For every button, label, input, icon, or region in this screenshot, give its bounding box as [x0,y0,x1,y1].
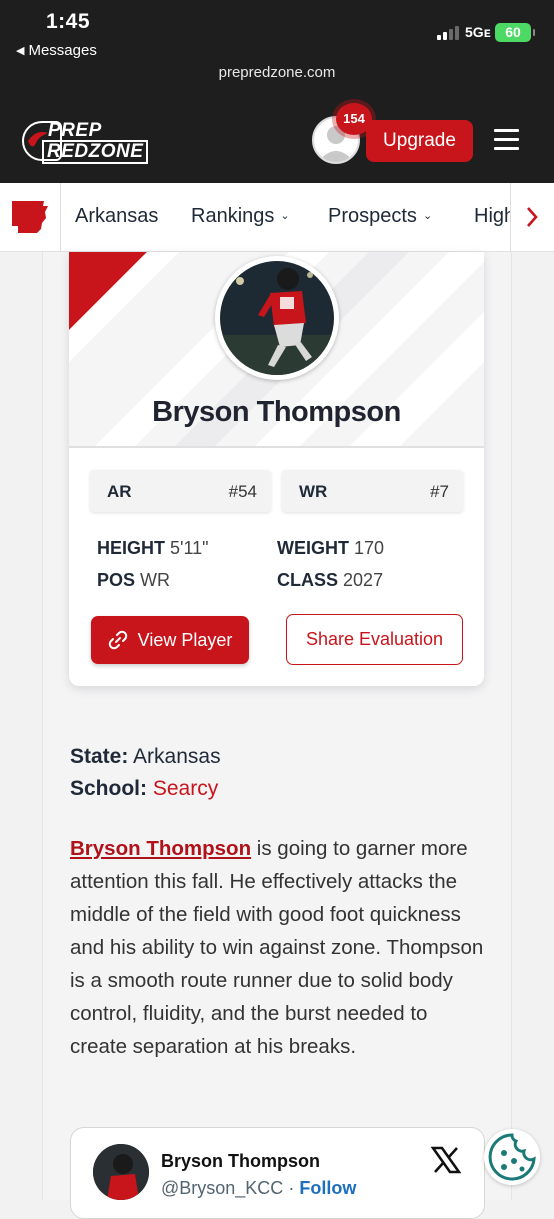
evaluation-text: Bryson Thompson is going to garner more … [70,832,490,1063]
nav-item-prospects[interactable]: Prospects ⌄ [328,205,432,228]
share-evaluation-button[interactable]: Share Evaluation [286,614,463,665]
back-to-messages[interactable]: ◀ Messages [16,42,97,59]
height-value: 5'11" [170,538,209,558]
logo-prep-text: PREP [48,120,102,141]
status-time: 1:45 [46,10,91,33]
upgrade-button[interactable]: Upgrade [366,120,473,162]
address-bar[interactable]: prepredzone.com [0,64,554,81]
back-arrow-icon: ◀ [16,45,25,57]
player-card-header: Bryson Thompson [69,252,484,448]
view-player-label: View Player [137,629,233,650]
nav-divider [60,183,61,251]
category-nav: Arkansas Rankings ⌄ Prospects ⌄ High [0,183,554,252]
tweet-handle-line: @Bryson_KCC · Follow [161,1178,356,1199]
nav-prospects-label: Prospects [328,205,417,227]
player-card: Bryson Thompson AR #54 WR #7 HEIGHT 5'11… [69,252,484,686]
chevron-down-icon: ⌄ [422,210,433,222]
cookie-icon [488,1133,536,1181]
tweet-separator: · [288,1178,295,1198]
network-type: 5Gᴇ [465,24,491,40]
position-rank: #7 [430,482,449,501]
chevron-down-icon: ⌄ [280,210,290,222]
height-label: HEIGHT [97,538,166,558]
class-label: CLASS [277,570,339,590]
state-code: AR [107,482,132,501]
state-rank: #54 [228,482,257,501]
top-bar: 1:45 ◀ Messages 5Gᴇ 60 prepredzone.com P… [0,0,554,183]
card-divider [69,446,484,448]
logo-redzone-text: REDZONE [42,140,149,164]
tweet-avatar[interactable] [93,1144,149,1200]
prep-redzone-logo[interactable]: PREP REDZONE [22,120,149,164]
school-link[interactable]: Searcy [153,777,218,800]
cookie-settings-button[interactable] [484,1129,540,1185]
signal-icon [437,26,461,40]
evaluation-body: is going to garner more attention this f… [70,837,484,1058]
player-name-link[interactable]: Bryson Thompson [70,837,251,860]
pos-attr: POS WR [97,570,170,591]
position-rank-box: WR #7 [282,470,463,512]
nav-item-high-school[interactable]: High [474,205,515,228]
state-info: State: Arkansas [70,745,221,769]
nav-rankings-label: Rankings [191,205,275,227]
weight-attr: WEIGHT 170 [277,538,384,559]
hamburger-menu-icon[interactable] [494,129,519,151]
follow-link[interactable]: Follow [299,1178,356,1198]
battery-level: 60 [505,24,521,40]
player-photo-image [220,261,334,375]
weight-value: 170 [354,538,385,558]
class-attr: CLASS 2027 [277,570,383,591]
back-app-label: Messages [28,42,97,59]
pos-label: POS [97,570,136,590]
position-code: WR [299,482,328,501]
embedded-tweet[interactable]: Bryson Thompson @Bryson_KCC · Follow [70,1127,485,1219]
height-attr: HEIGHT 5'11" [97,538,209,559]
state-rank-box: AR #54 [90,470,271,512]
x-logo-icon[interactable] [431,1146,461,1174]
link-icon [108,630,127,650]
view-player-button[interactable]: View Player [91,616,249,664]
nav-scroll-right[interactable] [510,183,554,251]
arkansas-state-icon[interactable] [10,199,50,235]
nav-item-arkansas[interactable]: Arkansas [75,205,158,228]
battery-icon: 60 [495,23,535,42]
player-name: Bryson Thompson [152,396,401,428]
weight-label: WEIGHT [277,538,349,558]
school-info: School: Searcy [70,777,218,801]
chevron-right-icon [527,207,538,227]
state-info-value: Arkansas [133,745,221,768]
nav-item-rankings[interactable]: Rankings ⌄ [191,205,290,228]
tweet-handle[interactable]: @Bryson_KCC [161,1178,283,1198]
class-value: 2027 [343,570,384,590]
player-photo [215,256,339,380]
tweet-author-name[interactable]: Bryson Thompson [161,1151,320,1172]
pos-value: WR [140,570,171,590]
school-info-label: School: [70,777,147,800]
state-info-label: State: [70,745,129,768]
